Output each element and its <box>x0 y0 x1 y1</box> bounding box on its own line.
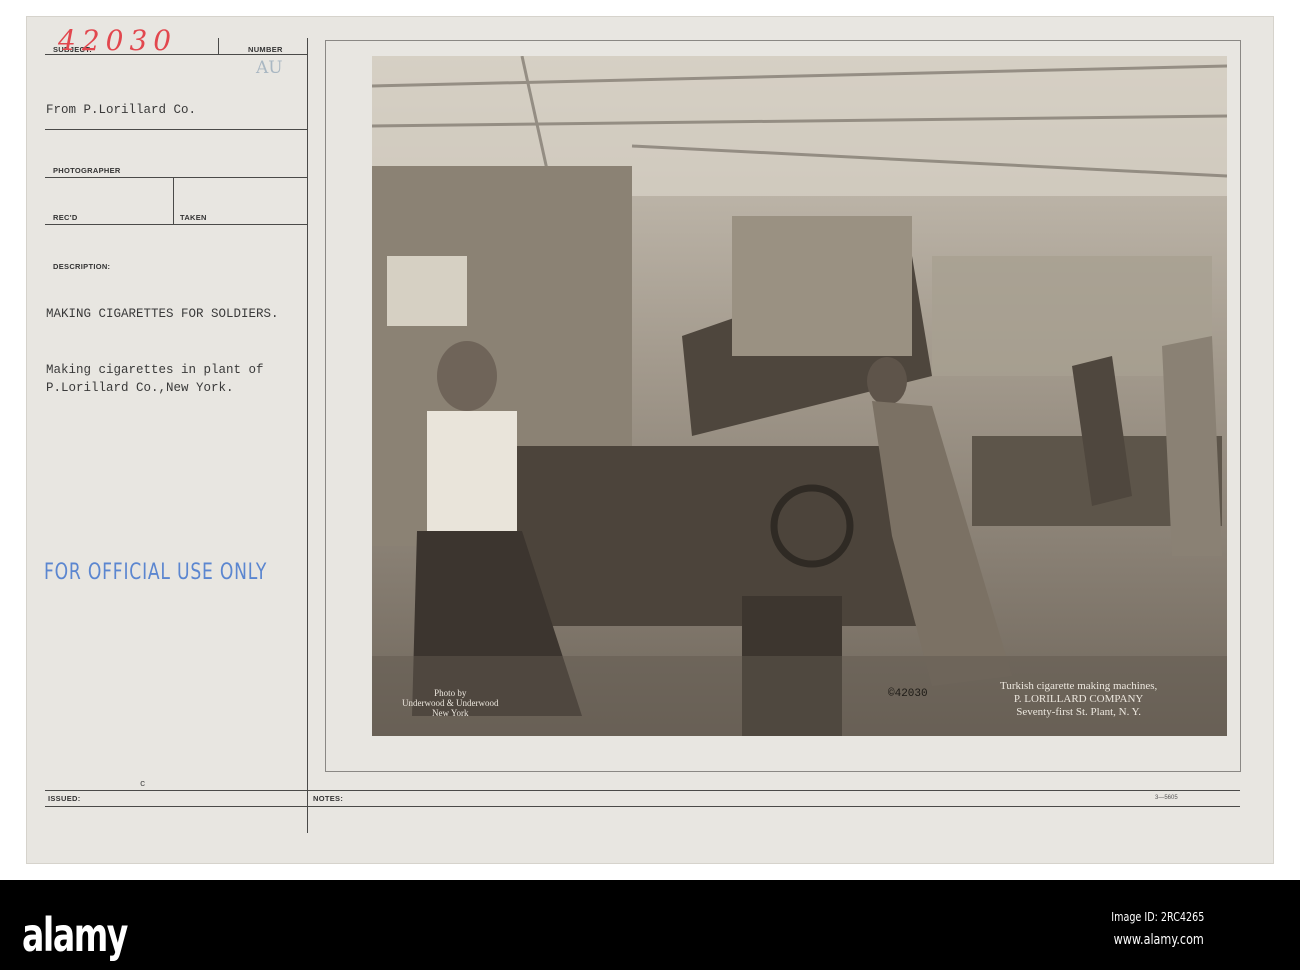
recd-label: REC'D <box>53 213 78 222</box>
divider <box>218 38 219 55</box>
negative-number: ©42030 <box>888 688 928 700</box>
description-title: MAKING CIGARETTES FOR SOLDIERS. <box>46 307 279 321</box>
photo-scene <box>372 56 1227 736</box>
alamy-logo: alamy <box>22 908 128 962</box>
caption-line: Turkish cigarette making machines, <box>1000 680 1158 692</box>
divider <box>45 224 307 225</box>
divider <box>45 129 307 130</box>
divider <box>45 177 307 178</box>
left-column-divider <box>307 38 308 833</box>
divider <box>45 806 1240 807</box>
form-code: 3—5605 <box>1155 795 1178 801</box>
divider <box>173 178 174 225</box>
number-value: AU <box>256 58 283 78</box>
issued-label: ISSUED: <box>48 794 81 803</box>
number-label: NUMBER <box>248 45 283 54</box>
stock-footer-bar: alamy Image ID: 2RC4265 www.alamy.com <box>0 880 1300 970</box>
divider <box>45 790 1240 791</box>
credit-line: Underwood & Underwood <box>402 698 499 708</box>
credit-line: Photo by <box>434 688 467 698</box>
photo-caption: Turkish cigarette making machines, P. LO… <box>1000 680 1157 719</box>
description-line: P.Lorillard Co.,New York. <box>46 381 234 395</box>
photographer-label: PHOTOGRAPHER <box>53 166 121 175</box>
notes-label: NOTES: <box>313 794 344 803</box>
caption-line: Seventy-first St. Plant, N. Y. <box>1016 706 1141 718</box>
factory-photograph: Photo by Underwood & Underwood New York … <box>372 56 1227 736</box>
image-id: Image ID: 2RC4265 <box>1110 910 1204 924</box>
photo-credit: Photo by Underwood & Underwood New York <box>402 688 498 718</box>
website-link[interactable]: www.alamy.com <box>1114 932 1204 948</box>
taken-label: TAKEN <box>180 213 207 222</box>
official-use-stamp: FOR OFFICIAL USE ONLY <box>44 560 268 585</box>
description-line: Making cigarettes in plant of <box>46 363 264 377</box>
from-text: From P.Lorillard Co. <box>46 103 197 117</box>
description-label: DESCRIPTION: <box>53 262 111 271</box>
issued-mark: c <box>140 779 146 789</box>
subject-number: 42030 <box>58 24 178 57</box>
credit-line: New York <box>431 708 469 718</box>
caption-line: P. LORILLARD COMPANY <box>1013 693 1144 705</box>
